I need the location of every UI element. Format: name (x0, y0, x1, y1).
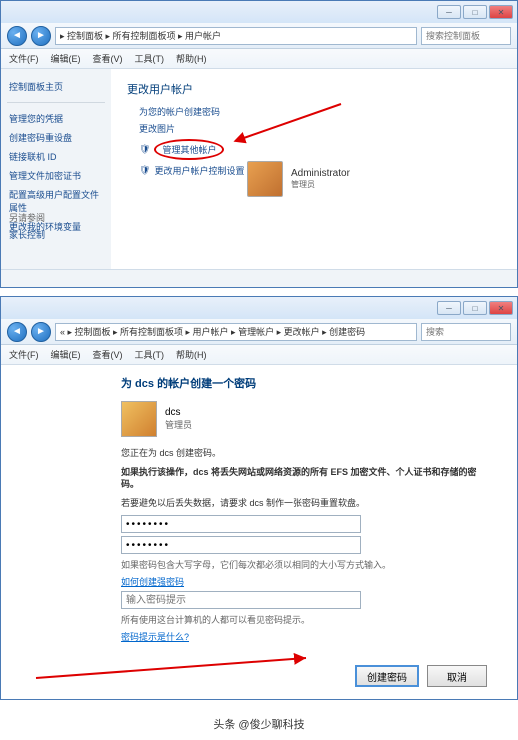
hint-text: 如果密码包含大写字母，它们每次都必须以相同的大小写方式输入。 (121, 558, 487, 571)
username-label: dcs (165, 407, 192, 418)
menu-view[interactable]: 查看(V) (93, 348, 123, 361)
menu-view[interactable]: 查看(V) (93, 52, 123, 65)
close-button[interactable]: ✕ (489, 301, 513, 315)
form-title: 为 dcs 的帐户创建一个密码 (121, 375, 487, 391)
password-input[interactable] (121, 515, 361, 533)
sidebar-item[interactable]: 管理文件加密证书 (7, 166, 105, 185)
menu-edit[interactable]: 编辑(E) (51, 52, 81, 65)
sidebar-item[interactable]: 管理您的凭据 (7, 109, 105, 128)
what-is-hint-link[interactable]: 密码提示是什么? (121, 630, 487, 643)
breadcrumb[interactable]: « ▸ 控制面板 ▸ 所有控制面板项 ▸ 用户帐户 ▸ 管理帐户 ▸ 更改帐户 … (55, 323, 417, 341)
menu-help[interactable]: 帮助(H) (176, 52, 207, 65)
see-also: 另请参阅 家长控制 (9, 211, 45, 241)
titlebar: ─ □ ✕ (1, 297, 517, 319)
password-hint-input[interactable] (121, 591, 361, 609)
shield-icon: 🛡 (139, 165, 150, 176)
sidebar-home[interactable]: 控制面板主页 (7, 77, 105, 96)
menu-tools[interactable]: 工具(T) (135, 52, 165, 65)
minimize-button[interactable]: ─ (437, 5, 461, 19)
create-password-button[interactable]: 创建密码 (355, 665, 419, 687)
menubar: 文件(F) 编辑(E) 查看(V) 工具(T) 帮助(H) (1, 49, 517, 69)
titlebar: ─ □ ✕ (1, 1, 517, 23)
minimize-button[interactable]: ─ (437, 301, 461, 315)
menu-help[interactable]: 帮助(H) (176, 348, 207, 361)
main-panel: 更改用户帐户 为您的帐户创建密码 更改图片 🛡 管理其他帐户 🛡 更改用户帐户控… (111, 69, 517, 269)
role-label: 管理员 (165, 418, 192, 431)
menu-file[interactable]: 文件(F) (9, 52, 39, 65)
cancel-button[interactable]: 取消 (427, 665, 487, 687)
strong-password-link[interactable]: 如何创建强密码 (121, 575, 487, 588)
navbar: ◄ ► « ▸ 控制面板 ▸ 所有控制面板项 ▸ 用户帐户 ▸ 管理帐户 ▸ 更… (1, 319, 517, 345)
window-user-accounts: ─ □ ✕ ◄ ► ▸ 控制面板 ▸ 所有控制面板项 ▸ 用户帐户 文件(F) … (0, 0, 518, 288)
menu-tools[interactable]: 工具(T) (135, 348, 165, 361)
menu-file[interactable]: 文件(F) (9, 348, 39, 361)
content-area: 控制面板主页 管理您的凭据 创建密码重设盘 链接联机 ID 管理文件加密证书 配… (1, 69, 517, 269)
hint-text: 所有使用这台计算机的人都可以看见密码提示。 (121, 613, 487, 626)
link-change-picture[interactable]: 更改图片 (139, 122, 501, 135)
navbar: ◄ ► ▸ 控制面板 ▸ 所有控制面板项 ▸ 用户帐户 (1, 23, 517, 49)
warning-text: 若要避免以后丢失数据，请要求 dcs 制作一张密码重置软盘。 (121, 497, 487, 510)
sidebar-item[interactable]: 链接联机 ID (7, 147, 105, 166)
user-info: dcs 管理员 (121, 401, 487, 437)
menu-edit[interactable]: 编辑(E) (51, 348, 81, 361)
confirm-password-input[interactable] (121, 536, 361, 554)
button-row: 创建密码 取消 (1, 653, 517, 699)
forward-button[interactable]: ► (31, 322, 51, 342)
form-area: 为 dcs 的帐户创建一个密码 dcs 管理员 您正在为 dcs 创建密码。 如… (1, 365, 517, 653)
statusbar (1, 269, 517, 287)
warning-text: 您正在为 dcs 创建密码。 (121, 447, 487, 460)
maximize-button[interactable]: □ (463, 301, 487, 315)
link-manage-accounts[interactable]: 🛡 管理其他帐户 (139, 139, 501, 160)
circled-link[interactable]: 管理其他帐户 (154, 139, 224, 160)
page-title: 更改用户帐户 (127, 81, 501, 97)
search-input[interactable] (421, 27, 511, 45)
back-button[interactable]: ◄ (7, 26, 27, 46)
close-button[interactable]: ✕ (489, 5, 513, 19)
sidebar-item[interactable]: 创建密码重设盘 (7, 128, 105, 147)
user-avatar-icon (121, 401, 157, 437)
menubar: 文件(F) 编辑(E) 查看(V) 工具(T) 帮助(H) (1, 345, 517, 365)
link-create-password[interactable]: 为您的帐户创建密码 (139, 105, 501, 118)
parental-link[interactable]: 家长控制 (9, 228, 45, 241)
admin-label: Administrator 管理员 (291, 168, 350, 190)
shield-icon: 🛡 (139, 144, 150, 155)
maximize-button[interactable]: □ (463, 5, 487, 19)
window-create-password: ─ □ ✕ ◄ ► « ▸ 控制面板 ▸ 所有控制面板项 ▸ 用户帐户 ▸ 管理… (0, 296, 518, 700)
back-button[interactable]: ◄ (7, 322, 27, 342)
forward-button[interactable]: ► (31, 26, 51, 46)
user-avatar-icon (247, 161, 283, 197)
warning-text: 如果执行该操作，dcs 将丢失网站或网络资源的所有 EFS 加密文件、个人证书和… (121, 466, 487, 491)
breadcrumb[interactable]: ▸ 控制面板 ▸ 所有控制面板项 ▸ 用户帐户 (55, 27, 417, 45)
watermark: 头条 @俊少聊科技 (0, 708, 518, 740)
search-input[interactable] (421, 323, 511, 341)
admin-account-card[interactable]: Administrator 管理员 (247, 161, 501, 197)
